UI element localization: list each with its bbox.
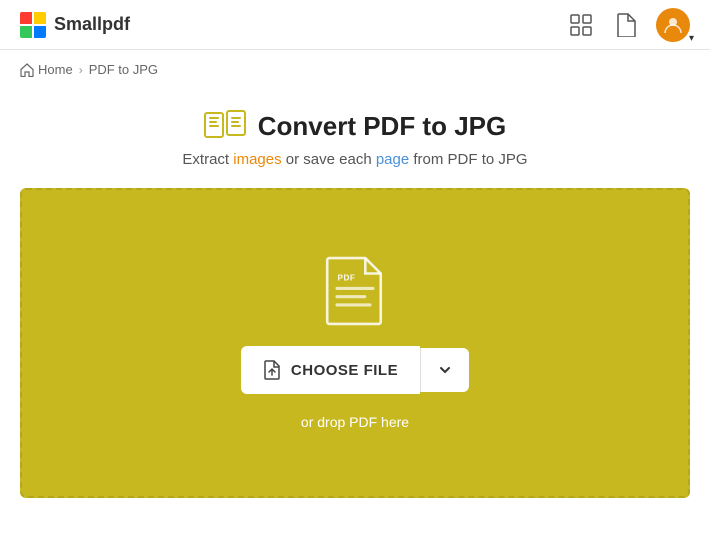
logo-sq-green: [20, 26, 32, 38]
title-row: Convert PDF to JPG: [204, 109, 506, 143]
user-avatar[interactable]: [656, 8, 690, 42]
choose-file-label: CHOOSE FILE: [291, 362, 398, 379]
subtitle-part3: from PDF to JPG: [409, 151, 527, 168]
subtitle-part1: Extract: [182, 151, 233, 168]
home-icon: [20, 63, 34, 77]
document-icon: [616, 13, 636, 37]
logo-sq-yellow: [34, 12, 46, 24]
grid-icon-button[interactable]: [566, 10, 596, 40]
logo-text: Smallpdf: [54, 14, 130, 35]
page-title: Convert PDF to JPG: [258, 111, 506, 142]
pdf-to-jpg-icon: [204, 109, 246, 143]
breadcrumb: Home › PDF to JPG: [0, 50, 710, 89]
choose-file-dropdown-button[interactable]: [420, 348, 469, 392]
header-actions: [566, 8, 690, 42]
chevron-down-icon: [437, 362, 453, 378]
document-icon-button[interactable]: [612, 9, 640, 41]
file-upload-icon: [263, 360, 281, 380]
choose-file-container: CHOOSE FILE: [241, 346, 469, 394]
pdf-file-icon-area: PDF: [325, 256, 385, 326]
main-content: Convert PDF to JPG Extract images or sav…: [0, 89, 710, 508]
subtitle: Extract images or save each page from PD…: [182, 151, 527, 168]
subtitle-part2: or save each: [282, 151, 376, 168]
logo-sq-red: [20, 12, 32, 24]
title-area: Convert PDF to JPG Extract images or sav…: [20, 109, 690, 168]
breadcrumb-current-page: PDF to JPG: [89, 62, 158, 77]
choose-file-button[interactable]: CHOOSE FILE: [241, 346, 420, 394]
app-header: Smallpdf: [0, 0, 710, 50]
smallpdf-logo-icon: [20, 12, 46, 38]
file-drop-zone[interactable]: PDF CHOOSE FILE or drop PDF here: [20, 188, 690, 498]
logo-sq-blue: [34, 26, 46, 38]
svg-text:PDF: PDF: [338, 274, 356, 283]
avatar-icon: [663, 15, 683, 35]
subtitle-link-images[interactable]: images: [233, 151, 281, 168]
breadcrumb-home-label: Home: [38, 62, 73, 77]
logo-area: Smallpdf: [20, 12, 130, 38]
drop-hint-text: or drop PDF here: [301, 414, 409, 430]
subtitle-link-page[interactable]: page: [376, 151, 409, 168]
breadcrumb-separator: ›: [79, 63, 83, 77]
pdf-icon: PDF: [325, 256, 385, 326]
grid-icon: [570, 14, 592, 36]
breadcrumb-home-link[interactable]: Home: [20, 62, 73, 77]
